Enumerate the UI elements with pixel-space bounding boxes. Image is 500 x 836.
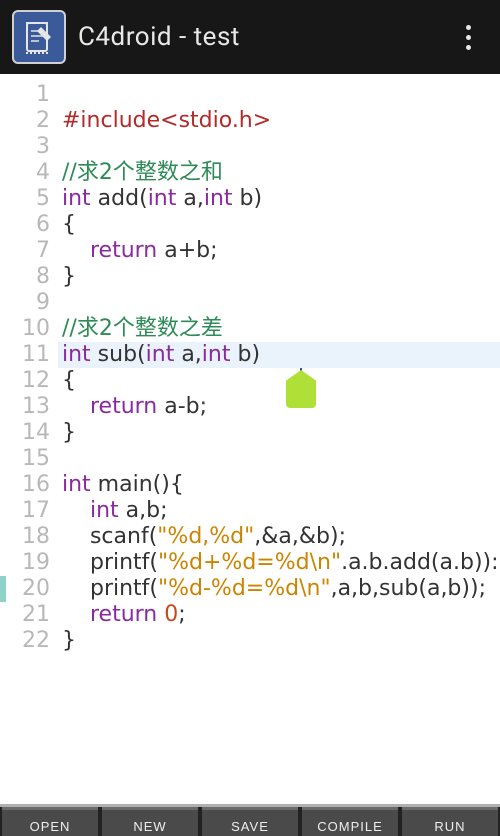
line-number: 5 (0, 186, 50, 212)
code-line[interactable]: } (58, 628, 500, 654)
code-line[interactable]: { (58, 368, 500, 394)
code-line[interactable] (58, 82, 500, 108)
code-line[interactable]: { (58, 212, 500, 238)
line-number: 3 (0, 134, 50, 160)
line-number-gutter: 12345678910111213141516171819202122 (0, 82, 58, 654)
bottom-toolbar: OPEN NEW SAVE COMPILE RUN (0, 804, 500, 836)
code-line[interactable]: } (58, 420, 500, 446)
save-button[interactable]: SAVE (202, 807, 298, 836)
line-number: 18 (0, 524, 50, 550)
code-line[interactable]: scanf("%d,%d",&a,&b); (58, 524, 500, 550)
code-line[interactable]: #include<stdio.h> (58, 108, 500, 134)
run-button[interactable]: RUN (402, 807, 498, 836)
code-line[interactable]: return 0; (58, 602, 500, 628)
line-number: 11 (0, 342, 50, 368)
line-number: 1 (0, 82, 50, 108)
code-line[interactable] (58, 290, 500, 316)
line-number: 12 (0, 368, 50, 394)
code-line[interactable]: return a-b; (58, 394, 500, 420)
line-number: 20 (0, 576, 50, 602)
code-line[interactable]: return a+b; (58, 238, 500, 264)
code-area[interactable]: #include<stdio.h> //求2个整数之和int add(int a,… (58, 82, 500, 654)
app-logo-icon (12, 10, 66, 64)
code-line[interactable]: //求2个整数之差 (58, 316, 500, 342)
open-button[interactable]: OPEN (2, 807, 98, 836)
line-number: 15 (0, 446, 50, 472)
line-number: 8 (0, 264, 50, 290)
line-number: 16 (0, 472, 50, 498)
line-number: 19 (0, 550, 50, 576)
app-title: C4droid - test (78, 22, 448, 52)
code-line[interactable] (58, 134, 500, 160)
line-number: 4 (0, 160, 50, 186)
code-line[interactable] (58, 446, 500, 472)
line-number: 6 (0, 212, 50, 238)
line-number: 22 (0, 628, 50, 654)
code-line[interactable]: //求2个整数之和 (58, 160, 500, 186)
code-line[interactable]: int sub(int a,int b) (58, 342, 500, 368)
line-number: 21 (0, 602, 50, 628)
app-root: C4droid - test 1234567891011121314151617… (0, 0, 500, 836)
code-line[interactable]: int add(int a,int b) (58, 186, 500, 212)
code-line[interactable]: } (58, 264, 500, 290)
overflow-menu-button[interactable] (448, 17, 488, 57)
compile-button[interactable]: COMPILE (302, 807, 398, 836)
line-number: 17 (0, 498, 50, 524)
line-number: 10 (0, 316, 50, 342)
line-number: 9 (0, 290, 50, 316)
code-line[interactable]: printf("%d-%d=%d\n",a,b,sub(a,b)); (58, 576, 500, 602)
new-button[interactable]: NEW (102, 807, 198, 836)
line-number: 2 (0, 108, 50, 134)
code-line[interactable]: int a,b; (58, 498, 500, 524)
line-number: 14 (0, 420, 50, 446)
app-header: C4droid - test (0, 0, 500, 74)
line-number: 7 (0, 238, 50, 264)
code-line[interactable]: int main(){ (58, 472, 500, 498)
line-number: 13 (0, 394, 50, 420)
code-line[interactable]: printf("%d+%d=%d\n".a.b.add(a.b)): (58, 550, 500, 576)
code-editor[interactable]: 12345678910111213141516171819202122 #inc… (0, 74, 500, 804)
